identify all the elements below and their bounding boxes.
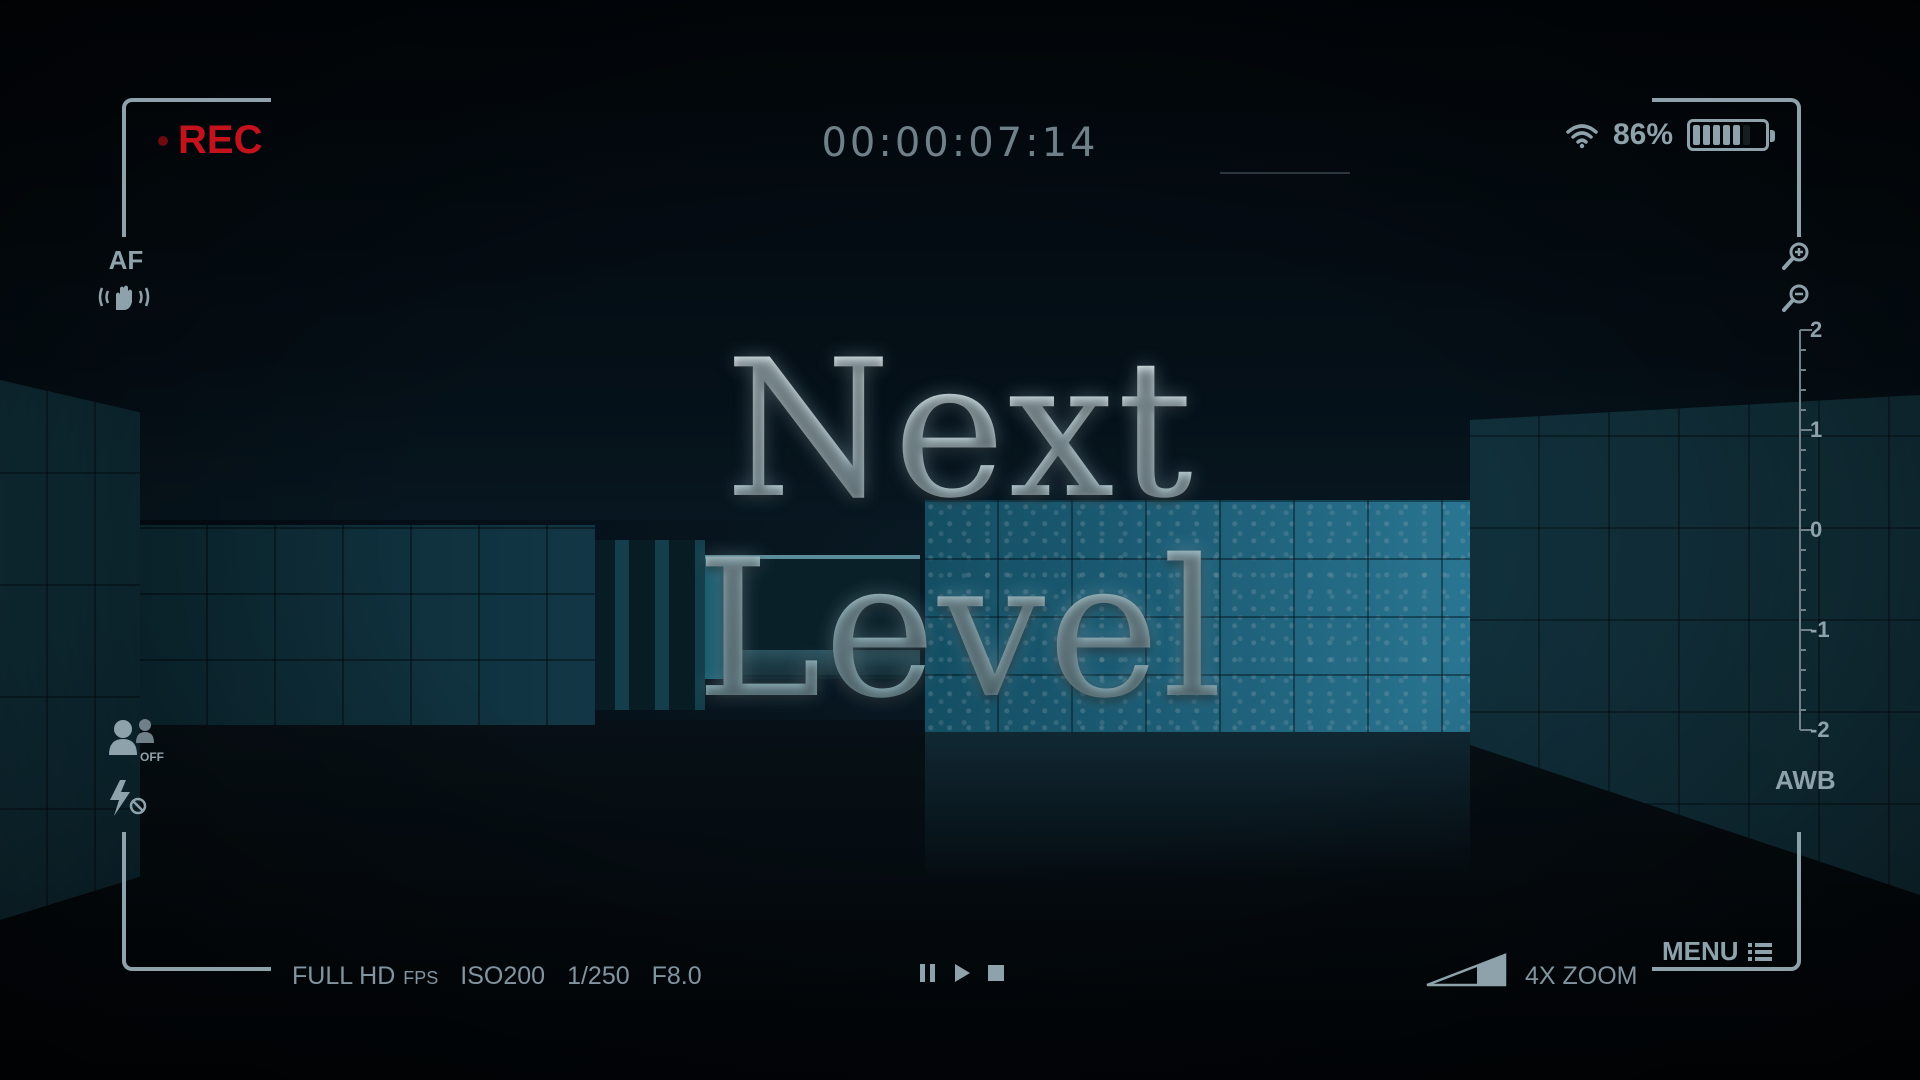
camera-hud: REC 00:00:07:14 86% AF 2 1 0 -1 -2 AWB O…: [0, 0, 1920, 1080]
battery-segment: [1703, 125, 1711, 145]
battery-icon: [1687, 119, 1776, 151]
play-icon[interactable]: [952, 962, 972, 984]
face-detect-icon: OFF: [109, 719, 164, 764]
hand-stabilizer-icon: [98, 285, 150, 310]
exposure-scale: [1799, 329, 1812, 731]
battery-segment: [1693, 125, 1701, 145]
iso-label: ISO200: [460, 962, 546, 990]
battery-segment: [1723, 125, 1731, 145]
battery-segment: [1743, 125, 1751, 145]
rec-dot-icon: [158, 135, 168, 146]
menu-list-icon: [1747, 942, 1772, 961]
exposure-scale-label: -1: [1810, 617, 1830, 642]
fps-label: FPS: [403, 968, 439, 988]
exposure-scale-label: 0: [1810, 517, 1823, 542]
timecode: 00:00:07:14: [821, 120, 1099, 166]
rec-indicator: REC: [158, 118, 262, 163]
battery-segment: [1713, 125, 1721, 145]
stop-icon[interactable]: [986, 962, 1006, 984]
white-balance-label: AWB: [1775, 765, 1836, 795]
pause-icon[interactable]: [918, 962, 938, 984]
game-screen: Next Level REC 00:00:07:14 86% AF 2 1 0 …: [0, 0, 1920, 1080]
zoom-in-icon[interactable]: [1780, 240, 1812, 272]
face-detect-off-label: OFF: [140, 750, 164, 764]
divider: [1220, 172, 1350, 174]
playback-controls: [918, 962, 1006, 984]
exposure-scale-label: 2: [1810, 317, 1823, 342]
menu-button[interactable]: MENU: [1662, 936, 1773, 967]
zoom-out-icon[interactable]: [1780, 282, 1812, 314]
aperture-label: F8.0: [651, 962, 702, 990]
signal-strength-icon: [1426, 953, 1507, 987]
wifi-icon: [1566, 124, 1598, 149]
frame-corner-bottom-left: [122, 832, 271, 971]
battery-segment: [1733, 125, 1741, 145]
zoom-level-label: 4X ZOOM: [1525, 962, 1638, 990]
capture-settings: FULL HD FPS ISO200 1/250 F8.0: [292, 962, 702, 991]
shutter-speed-label: 1/250: [567, 962, 630, 990]
resolution-label: FULL HD: [292, 962, 396, 990]
menu-label: MENU: [1662, 936, 1739, 966]
status-bar: 86%: [1565, 118, 1776, 152]
exposure-scale-label: -2: [1810, 717, 1830, 742]
autofocus-label: AF: [108, 245, 144, 275]
exposure-scale-label: 1: [1810, 417, 1823, 442]
rec-label: REC: [178, 118, 263, 162]
battery-percent: 86%: [1613, 118, 1674, 151]
flash-off-icon: [110, 780, 147, 816]
